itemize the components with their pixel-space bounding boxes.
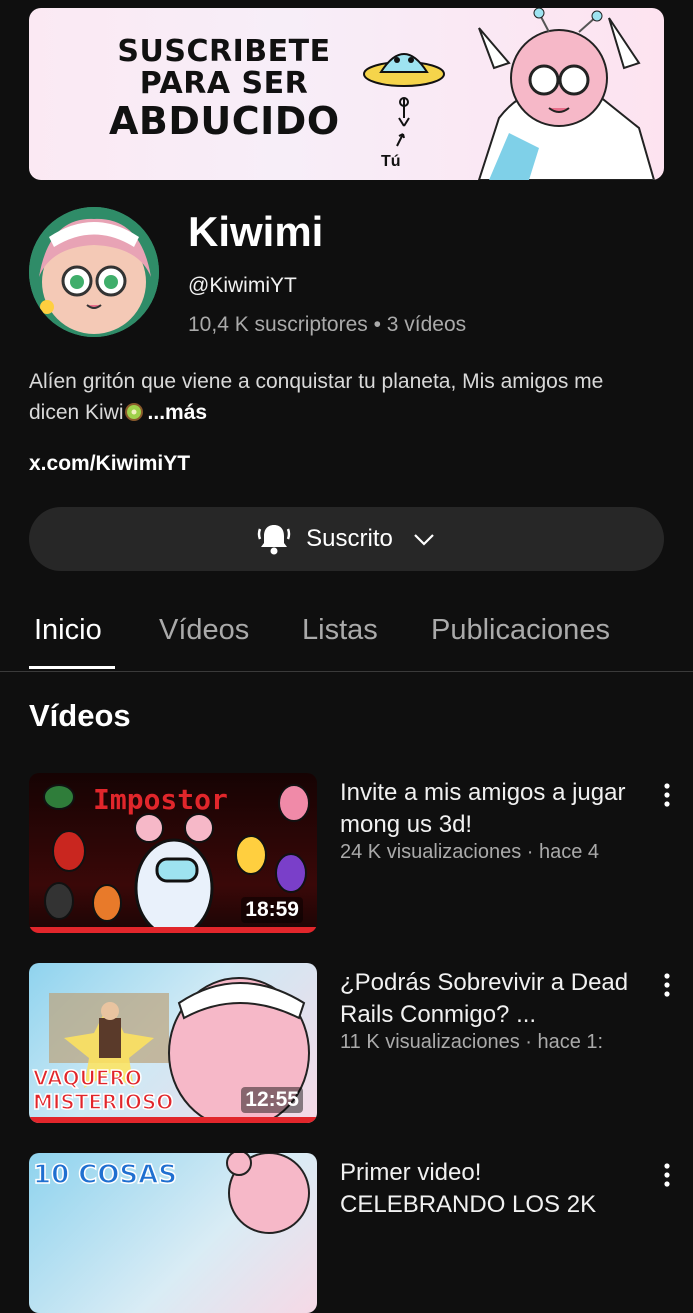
active-tab-indicator bbox=[29, 666, 115, 669]
chevron-down-icon bbox=[414, 534, 434, 546]
kebab-menu-icon[interactable] bbox=[657, 1161, 677, 1189]
video-title[interactable]: Invite a mis amigos a jugar mong us 3d! bbox=[340, 777, 640, 841]
video-meta: 24 K visualizaciones · hace 4 bbox=[340, 841, 600, 863]
video-title[interactable]: Primer video! CELEBRANDO LOS 2K bbox=[340, 1157, 640, 1221]
banner-character-illustration bbox=[477, 8, 656, 180]
video-duration: 12:55 bbox=[241, 1087, 303, 1113]
thumbnail-text-1: VAQUERO bbox=[33, 1066, 142, 1090]
video-item[interactable]: 10 COSAS Primer video! CELEBRANDO LOS 2K bbox=[29, 1153, 693, 1313]
video-thumbnail[interactable]: Impostor 18:59 bbox=[29, 773, 317, 933]
channel-tabs: Inicio Vídeos Listas Publicaciones bbox=[0, 600, 693, 672]
kebab-menu-icon[interactable] bbox=[657, 971, 677, 999]
video-thumbnail[interactable]: 10 COSAS bbox=[29, 1153, 317, 1313]
thumbnail-art: 10 COSAS bbox=[32, 1153, 310, 1234]
channel-handle: @KiwimiYT bbox=[188, 274, 297, 297]
channel-description: Alíen gritón que viene a conquistar tu p… bbox=[29, 370, 604, 424]
thumbnail-text: 10 COSAS bbox=[33, 1160, 177, 1190]
subscribed-button[interactable]: Suscrito bbox=[29, 507, 664, 571]
kiwi-emoji-icon bbox=[124, 403, 143, 421]
video-item[interactable]: Impostor 18:59 Invite a mis amigos a jug… bbox=[29, 773, 693, 933]
bell-icon bbox=[257, 525, 291, 555]
tab-publicaciones[interactable]: Publicaciones bbox=[431, 614, 610, 647]
channel-name: Kiwimi bbox=[188, 208, 324, 255]
banner-text: SUSCRIBETE PARA SER ABDUCIDO bbox=[109, 34, 340, 143]
thumbnail-text-2: MISTERIOSO bbox=[33, 1090, 173, 1114]
video-meta: 11 K visualizaciones · hace 1: bbox=[340, 1031, 604, 1053]
channel-banner: SUSCRIBETE PARA SER ABDUCIDO Tú bbox=[29, 8, 664, 180]
video-title[interactable]: ¿Podrás Sobrevivir a Dead Rails Conmigo?… bbox=[340, 967, 640, 1031]
tabs-divider bbox=[0, 671, 693, 672]
tab-videos[interactable]: Vídeos bbox=[159, 614, 249, 647]
avatar-illustration bbox=[29, 207, 159, 337]
banner-tu-label: Tú bbox=[381, 153, 401, 170]
ufo-icon bbox=[363, 53, 445, 147]
video-item[interactable]: VAQUERO MISTERIOSO 12:55 ¿Podrás Sobrevi… bbox=[29, 963, 693, 1123]
video-thumbnail[interactable]: VAQUERO MISTERIOSO 12:55 bbox=[29, 963, 317, 1123]
banner-line-1: SUSCRIBETE bbox=[117, 34, 331, 69]
channel-external-link[interactable]: x.com/KiwimiYT bbox=[29, 452, 190, 476]
kebab-menu-icon[interactable] bbox=[657, 781, 677, 809]
channel-avatar[interactable] bbox=[29, 207, 159, 337]
section-title: Vídeos bbox=[29, 698, 131, 733]
tab-listas[interactable]: Listas bbox=[302, 614, 378, 647]
more-link[interactable]: ...más bbox=[148, 401, 208, 424]
banner-line-2: PARA SER bbox=[139, 66, 309, 102]
subscribed-label: Suscrito bbox=[306, 525, 393, 552]
banner-line-3: ABDUCIDO bbox=[109, 98, 340, 143]
channel-description-block[interactable]: Alíen gritón que viene a conquistar tu p… bbox=[29, 366, 659, 428]
tab-inicio[interactable]: Inicio bbox=[34, 614, 102, 647]
channel-stats: 10,4 K suscriptores • 3 vídeos bbox=[188, 313, 467, 336]
thumbnail-title-text: Impostor bbox=[93, 783, 228, 816]
video-duration: 18:59 bbox=[241, 897, 303, 923]
